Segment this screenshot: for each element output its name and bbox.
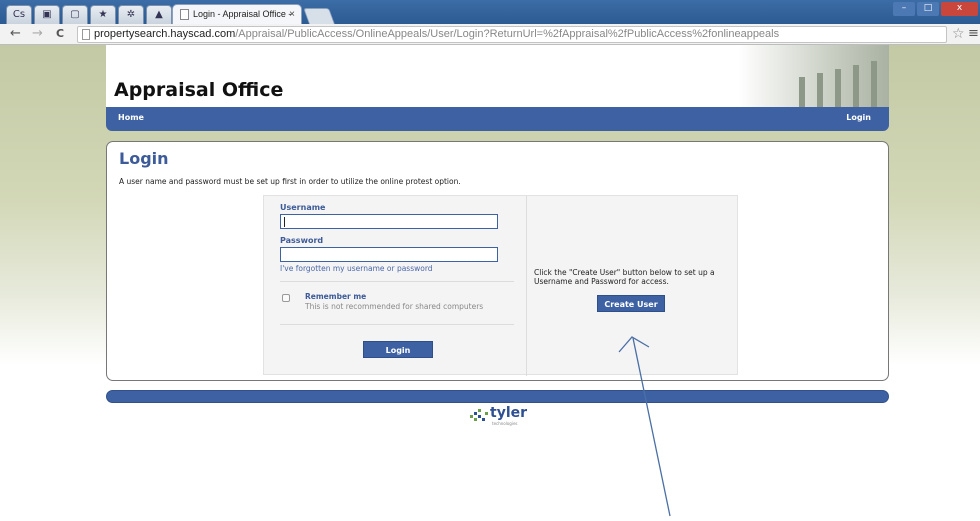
url-path: /Appraisal/PublicAccess/OnlineAppeals/Us… — [235, 28, 780, 40]
tyler-logo-icon — [470, 409, 488, 421]
url-host: propertysearch.hayscad.com — [94, 28, 236, 40]
username-label: Username — [280, 203, 326, 212]
new-tab-button[interactable] — [303, 8, 335, 24]
page-icon — [82, 29, 90, 40]
active-tab[interactable]: Login - Appraisal Office - × — [172, 4, 302, 24]
page-background: Appraisal Office Home Login Login A user… — [0, 45, 980, 521]
pinned-tab-5[interactable]: ✲ — [118, 5, 144, 24]
minimize-button[interactable]: – — [893, 2, 915, 16]
intro-text: A user name and password must be set up … — [119, 177, 461, 186]
browser-toolbar: ← → C propertysearch.hayscad.com/Apprais… — [0, 24, 980, 45]
close-window-button[interactable]: x — [941, 2, 978, 16]
tab-close-icon[interactable]: × — [289, 5, 295, 24]
pinned-tab-2[interactable]: ▣ — [34, 5, 60, 24]
password-input[interactable] — [280, 247, 498, 262]
browser-tab-strip: Cs ▣ ▢ ★ ✲ ▲ Login - Appraisal Office - … — [0, 0, 980, 24]
pinned-tab-4[interactable]: ★ — [90, 5, 116, 24]
site-header: Appraisal Office — [106, 45, 889, 107]
bookmark-star-icon[interactable]: ☆ — [952, 25, 965, 43]
reload-icon[interactable]: C — [56, 26, 64, 42]
header-building-image — [739, 45, 889, 107]
login-button[interactable]: Login — [363, 341, 433, 358]
remember-me-label[interactable]: Remember me — [305, 292, 366, 301]
username-input[interactable] — [280, 214, 498, 229]
main-navbar: Home Login — [106, 107, 889, 131]
create-user-instructions: Click the "Create User" button below to … — [534, 268, 715, 286]
nav-home-link[interactable]: Home — [118, 113, 144, 122]
remember-me-note: This is not recommended for shared compu… — [305, 302, 484, 311]
forgot-credentials-link[interactable]: I've forgotten my username or password — [280, 264, 433, 273]
divider — [280, 324, 514, 325]
back-arrow-icon[interactable]: ← — [10, 26, 21, 42]
forward-arrow-icon[interactable]: → — [32, 26, 43, 42]
text-caret — [284, 217, 285, 227]
page-icon — [180, 9, 189, 20]
page-title: Login — [119, 149, 169, 168]
footer-bar — [106, 390, 889, 403]
tyler-logo-text: tyler — [490, 405, 528, 421]
pinned-tab-3[interactable]: ▢ — [62, 5, 88, 24]
tyler-logo[interactable]: tyler technologies — [466, 405, 536, 429]
pinned-tab-6[interactable]: ▲ — [146, 5, 172, 24]
address-bar[interactable]: propertysearch.hayscad.com/Appraisal/Pub… — [77, 26, 947, 43]
create-user-button[interactable]: Create User — [597, 295, 665, 312]
login-form-box: Username Password I've forgotten my user… — [263, 195, 738, 376]
tyler-logo-subtext: technologies — [492, 421, 518, 426]
login-panel: Login A user name and password must be s… — [106, 141, 889, 381]
maximize-button[interactable]: □ — [917, 2, 939, 16]
column-divider — [526, 196, 527, 376]
site-title: Appraisal Office — [114, 79, 284, 101]
remember-me-checkbox[interactable] — [282, 294, 290, 302]
divider — [280, 281, 514, 282]
password-label: Password — [280, 236, 324, 245]
nav-login-link[interactable]: Login — [846, 113, 871, 122]
pinned-tab-1[interactable]: Cs — [6, 5, 32, 24]
active-tab-title: Login - Appraisal Office - — [193, 9, 292, 19]
browser-menu-icon[interactable]: ≡ — [968, 25, 979, 43]
